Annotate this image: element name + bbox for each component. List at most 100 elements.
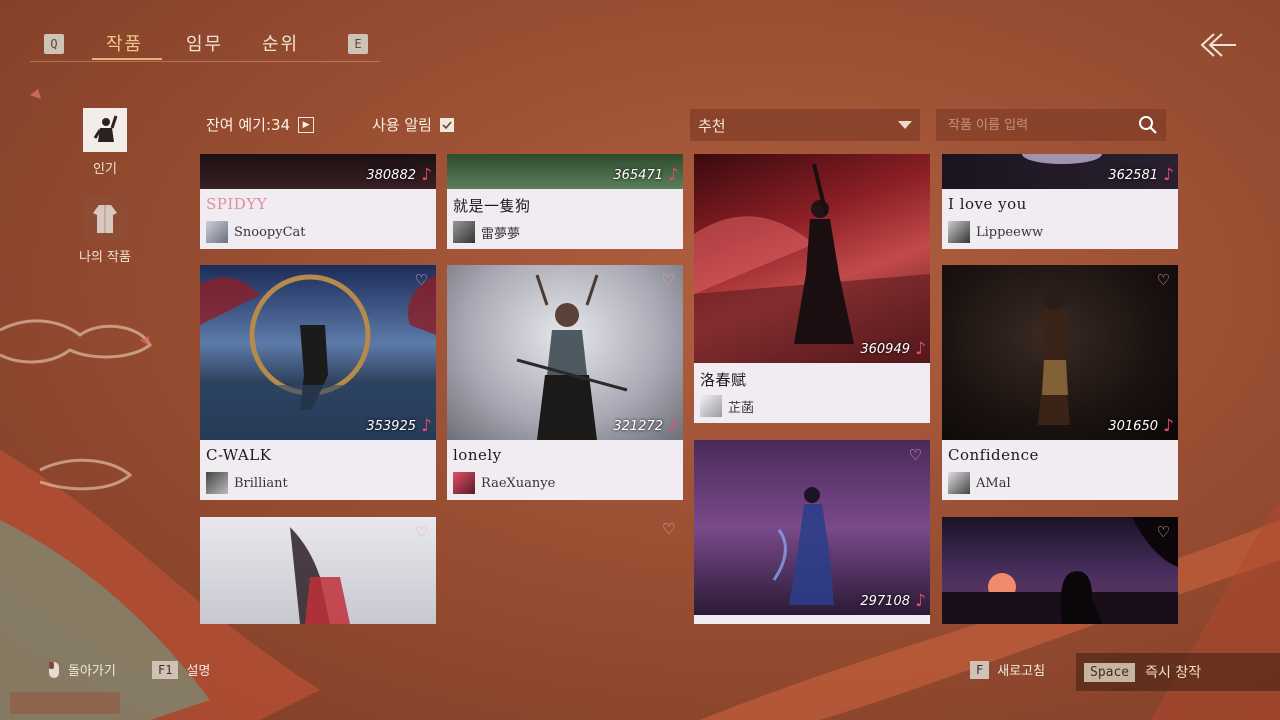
- heart-icon[interactable]: ♡: [662, 271, 675, 289]
- author-name: RaeXuanye: [481, 475, 556, 491]
- author-name: Brilliant: [234, 475, 288, 491]
- avatar: [453, 221, 475, 243]
- tab-missions[interactable]: 임무: [186, 30, 223, 56]
- sidenav-popular-label: 인기: [93, 162, 117, 177]
- avatar: [700, 395, 722, 417]
- work-thumbnail: 365471 ♪: [447, 154, 683, 189]
- key-f: F: [970, 660, 990, 679]
- top-tab-bar: Q 작품 임무 순위 E: [30, 26, 380, 62]
- work-card[interactable]: ♡ 353925 ♪ C-WALK Brilliant: [200, 265, 436, 500]
- work-thumbnail: ♡ 321272 ♪: [447, 265, 683, 440]
- like-count: 301650: [1108, 419, 1158, 434]
- work-thumbnail: 380882 ♪: [200, 154, 436, 189]
- like-count: 362581: [1108, 168, 1158, 183]
- avatar: [948, 221, 970, 243]
- work-thumbnail: 360949 ♪: [694, 154, 930, 363]
- like-count: 380882: [366, 168, 416, 183]
- dancer-icon: [83, 108, 127, 152]
- search-icon[interactable]: [1138, 115, 1158, 135]
- like-count: 321272: [613, 419, 663, 434]
- works-grid: 380882 ♪ SPIDYY SnoopyCat ♡ 353925 ♪ C-W…: [196, 154, 1186, 624]
- music-note-icon: ♪: [668, 416, 679, 436]
- work-title: Confidence: [948, 446, 1039, 464]
- work-title: lonely: [453, 446, 502, 464]
- work-thumbnail: 362581 ♪: [942, 154, 1178, 189]
- heart-icon[interactable]: ♡: [1157, 271, 1170, 289]
- author-name: 雷夢夢: [481, 226, 521, 242]
- notify-checkbox[interactable]: [439, 117, 454, 132]
- heart-icon[interactable]: ♡: [415, 523, 428, 541]
- help-label: 설명: [186, 664, 211, 679]
- avatar: [453, 472, 475, 494]
- remaining-label: 잔여 예기:34: [206, 116, 291, 134]
- outfit-icon: [83, 196, 127, 240]
- back-label: 돌아가기: [68, 664, 116, 679]
- work-card[interactable]: ♡: [942, 517, 1178, 624]
- work-title: [700, 621, 924, 624]
- music-note-icon: ♪: [421, 165, 432, 185]
- avatar: [948, 472, 970, 494]
- work-card[interactable]: 365471 ♪ 就是一隻狗 雷夢夢: [447, 154, 683, 249]
- back-hint[interactable]: 돌아가기: [48, 660, 116, 679]
- create-label: 즉시 창작: [1145, 665, 1202, 681]
- like-count: 297108: [860, 594, 910, 609]
- mouse-icon: [49, 661, 59, 678]
- create-now-button[interactable]: Space 즉시 창작: [1076, 653, 1280, 691]
- like-count: 353925: [366, 419, 416, 434]
- tab-works[interactable]: 작품: [106, 30, 143, 56]
- scroll-indicator: [10, 692, 120, 714]
- play-arrow-icon[interactable]: ▶: [298, 116, 315, 133]
- work-title: 就是一隻狗: [453, 197, 531, 215]
- work-title: 洛春赋: [700, 371, 747, 389]
- music-note-icon: ♪: [421, 416, 432, 436]
- back-arrow-icon[interactable]: [1196, 30, 1240, 60]
- work-thumbnail: ♡: [942, 517, 1178, 624]
- work-thumbnail: ♡ 301650 ♪: [942, 265, 1178, 440]
- music-note-icon: ♪: [915, 339, 926, 359]
- notify-label: 사용 알림: [372, 116, 432, 134]
- like-count: 360949: [860, 342, 910, 357]
- music-note-icon: ♪: [668, 165, 679, 185]
- heart-icon[interactable]: ♡: [415, 271, 428, 289]
- work-title: SPIDYY: [206, 195, 268, 213]
- heart-icon[interactable]: ♡: [909, 446, 922, 464]
- active-tab-underline: [92, 58, 162, 60]
- work-thumbnail: ♡ 297108 ♪: [694, 440, 930, 615]
- sidenav-popular[interactable]: 인기: [70, 108, 140, 177]
- work-card[interactable]: ♡ 321272 ♪ lonely RaeXuanye: [447, 265, 683, 500]
- author-name: SnoopyCat: [234, 224, 306, 240]
- work-card[interactable]: 360949 ♪ 洛春赋 芷菡: [694, 154, 930, 423]
- author-name: AMal: [976, 475, 1011, 491]
- help-hint[interactable]: F1 설명: [152, 660, 210, 679]
- work-card[interactable]: ♡ 297108 ♪: [694, 440, 930, 624]
- chevron-down-icon: [898, 121, 912, 129]
- search-input[interactable]: [948, 117, 1128, 133]
- tab-ranking[interactable]: 순위: [262, 30, 299, 56]
- music-note-icon: ♪: [915, 591, 926, 611]
- search-box: [936, 109, 1166, 141]
- work-thumbnail: ♡ 353925 ♪: [200, 265, 436, 440]
- music-note-icon: ♪: [1163, 416, 1174, 436]
- notify-filter[interactable]: 사용 알림: [372, 114, 454, 135]
- work-card[interactable]: ♡: [200, 517, 436, 624]
- heart-icon[interactable]: ♡: [1157, 523, 1170, 541]
- like-count: 365471: [613, 168, 663, 183]
- refresh-label: 새로고침: [997, 664, 1046, 679]
- work-thumbnail: ♡: [200, 517, 436, 624]
- key-q-hint: Q: [44, 34, 64, 54]
- work-title: I love you: [948, 195, 1027, 213]
- remaining-count-filter[interactable]: 잔여 예기:34 ▶: [206, 114, 315, 135]
- heart-icon[interactable]: ♡: [662, 520, 675, 538]
- work-card[interactable]: 362581 ♪ I love you Lippeeww: [942, 154, 1178, 249]
- key-space: Space: [1084, 662, 1136, 682]
- avatar: [206, 472, 228, 494]
- sort-dropdown[interactable]: 추천: [690, 109, 920, 141]
- work-card[interactable]: ♡ 301650 ♪ Confidence AMal: [942, 265, 1178, 500]
- avatar: [206, 221, 228, 243]
- author-name: 芷菡: [728, 400, 755, 416]
- sidenav-my-works[interactable]: 나의 작품: [70, 196, 140, 265]
- work-card[interactable]: 380882 ♪ SPIDYY SnoopyCat: [200, 154, 436, 249]
- music-note-icon: ♪: [1163, 165, 1174, 185]
- work-title: C-WALK: [206, 446, 272, 464]
- refresh-hint[interactable]: F 새로고침: [970, 660, 1045, 679]
